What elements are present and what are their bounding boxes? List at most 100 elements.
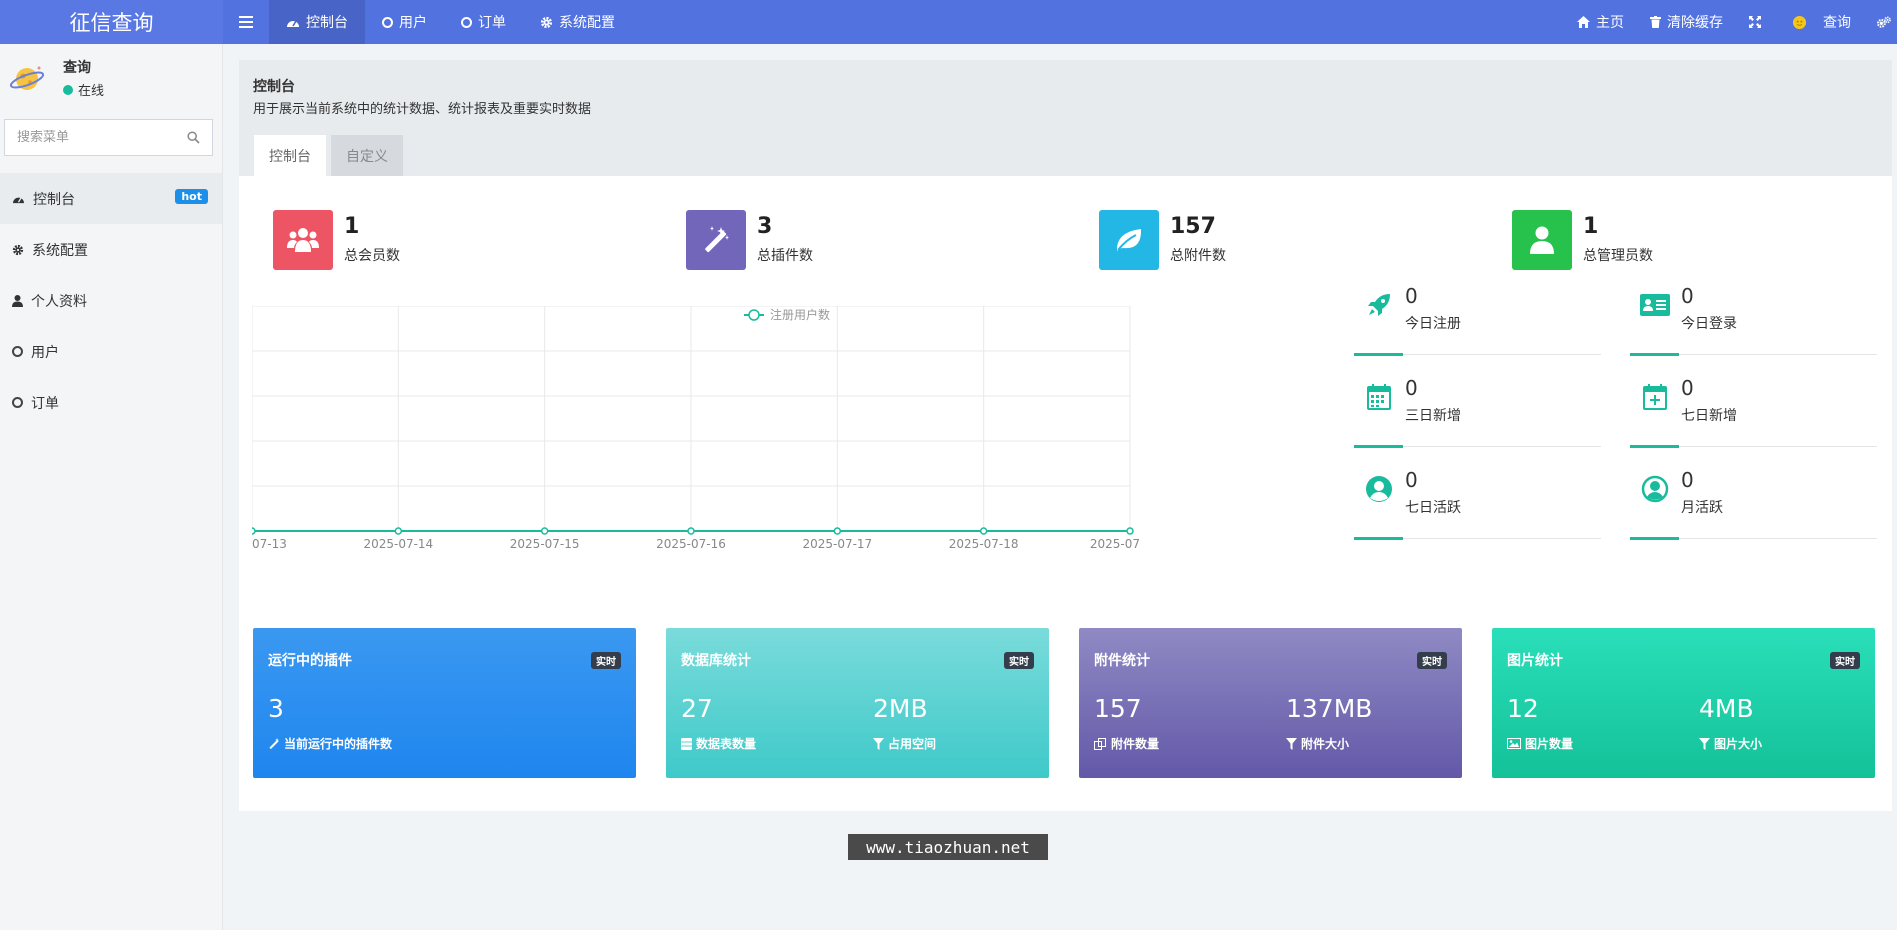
image-icon [1507,738,1521,749]
tab-custom[interactable]: 自定义 [331,135,403,176]
card-sub-text: 图片大小 [1714,737,1763,751]
gears-icon [1877,16,1891,29]
sidebar-item-settings[interactable]: 系统配置 [0,224,222,275]
page-title: 控制台 [253,79,295,95]
card-sub-text: 附件数量 [1111,737,1160,751]
top-nav-right: 主页 清除缓存 查询 [1564,0,1897,44]
sidebar-item-users[interactable]: 用户 [0,326,222,377]
top-tab-label: 用户 [399,15,427,31]
stat-label: 总附件数 [1170,248,1226,264]
top-tab-dashboard[interactable]: 控制台 [269,0,365,44]
x-tick-label: 2025-07-17 [802,537,872,551]
top-tab-users[interactable]: 用户 [365,0,444,44]
x-tick-label: 2025-07-14 [363,537,433,551]
dashboard-panel: 1 总会员数 3 总插件数 157 总附件数 1 总管理员数 注册用户数 07-… [239,176,1892,811]
mini-stat-value: 0 [1681,284,1694,308]
user-status: 在线 [63,80,104,99]
data-point [540,527,549,535]
mini-stat-underline [1630,353,1679,356]
legend-marker [748,309,760,321]
stat-label: 总插件数 [757,248,813,264]
realtime-badge: 实时 [1004,652,1034,669]
online-dot-icon [63,84,73,95]
mini-stat-seven-day-active: 0 七日活跃 [1354,464,1601,540]
user-icon [12,294,23,307]
mini-stat-underline [1354,445,1403,448]
dashboard-icon [12,193,25,204]
mini-stat-underline [1630,445,1679,448]
clear-cache-button[interactable]: 清除缓存 [1637,0,1736,44]
sidebar-item-label: 系统配置 [32,242,88,259]
stat-value: 157 [1170,214,1216,239]
home-icon [1577,16,1590,28]
settings-gears-button[interactable] [1869,0,1897,44]
menu-search-input[interactable] [17,130,187,145]
x-tick-label: 07-13 [252,537,287,551]
card-sub-text: 图片数量 [1525,737,1574,751]
tab-dashboard[interactable]: 控制台 [254,135,326,176]
chart-grid [252,306,1131,532]
mini-stat-label: 七日新增 [1681,408,1737,424]
magic-icon [268,737,280,750]
card-value: 2MB [873,694,928,723]
home-link[interactable]: 主页 [1564,0,1637,44]
sidebar-item-label: 控制台 [33,191,75,208]
top-tab-orders[interactable]: 订单 [444,0,523,44]
card-running-plugins: 运行中的插件 实时 3 当前运行中的插件数 [253,628,636,778]
files-icon [1094,737,1107,750]
card-value: 137MB [1286,694,1373,723]
card-title: 运行中的插件 [268,653,352,669]
card-sub-label: 当前运行中的插件数 [268,735,392,752]
mini-stat-value: 0 [1681,376,1694,400]
user-menu[interactable]: 查询 [1774,0,1869,44]
card-title: 数据库统计 [681,653,751,669]
user-circle-icon [1364,474,1394,504]
data-point [1126,527,1134,535]
mini-stat-value: 0 [1405,284,1418,308]
data-point [252,527,256,535]
top-tab-label: 控制台 [306,15,348,31]
card-sub-text: 附件大小 [1301,737,1350,751]
stat-value: 3 [757,214,773,239]
card-value: 157 [1094,694,1142,723]
leaf-icon [1099,210,1159,270]
planet-avatar-icon [9,61,45,97]
circle-icon [12,346,23,357]
x-tick-label: 2025-07-16 [656,537,726,551]
fullscreen-icon [1749,16,1761,28]
users-icon [273,210,333,270]
card-sub-label: 附件大小 [1286,735,1349,752]
app-logo[interactable]: 征信查询 [0,0,223,44]
mini-stat-three-day-new: 0 三日新增 [1354,372,1601,448]
card-value: 12 [1507,694,1539,723]
circle-icon [382,16,393,28]
stat-value: 1 [1583,214,1599,239]
hamburger-icon [239,16,253,28]
content-tabs: 控制台 自定义 [254,135,403,176]
user-circle-o-icon [1640,474,1670,504]
chart-legend[interactable]: 注册用户数 [744,307,830,322]
x-tick-label: 2025-07-18 [949,537,1019,551]
card-value: 27 [681,694,713,723]
sidebar-menu: 控制台 hot 系统配置 个人资料 用户 订单 [0,173,222,428]
mini-stat-value: 0 [1681,468,1694,492]
data-point [979,527,988,535]
sidebar-item-profile[interactable]: 个人资料 [0,275,222,326]
top-nav-left: 控制台 用户 订单 系统配置 [223,0,632,44]
mini-stat-label: 七日活跃 [1405,500,1461,516]
top-tab-settings[interactable]: 系统配置 [523,0,632,44]
mini-stat-label: 今日注册 [1405,316,1461,332]
database-icon [681,737,692,750]
search-icon[interactable] [187,131,200,144]
stat-label: 总会员数 [344,248,400,264]
card-sub-text: 占用空间 [888,737,937,751]
mini-stat-label: 三日新增 [1405,408,1461,424]
sidebar-item-orders[interactable]: 订单 [0,377,222,428]
mini-stat-today-login: 0 今日登录 [1630,280,1877,356]
data-point [394,527,403,535]
fullscreen-button[interactable] [1736,0,1774,44]
realtime-badge: 实时 [1417,652,1447,669]
mini-stat-value: 0 [1405,376,1418,400]
sidebar-item-dashboard[interactable]: 控制台 hot [0,173,222,224]
sidebar-toggle-button[interactable] [223,0,269,44]
